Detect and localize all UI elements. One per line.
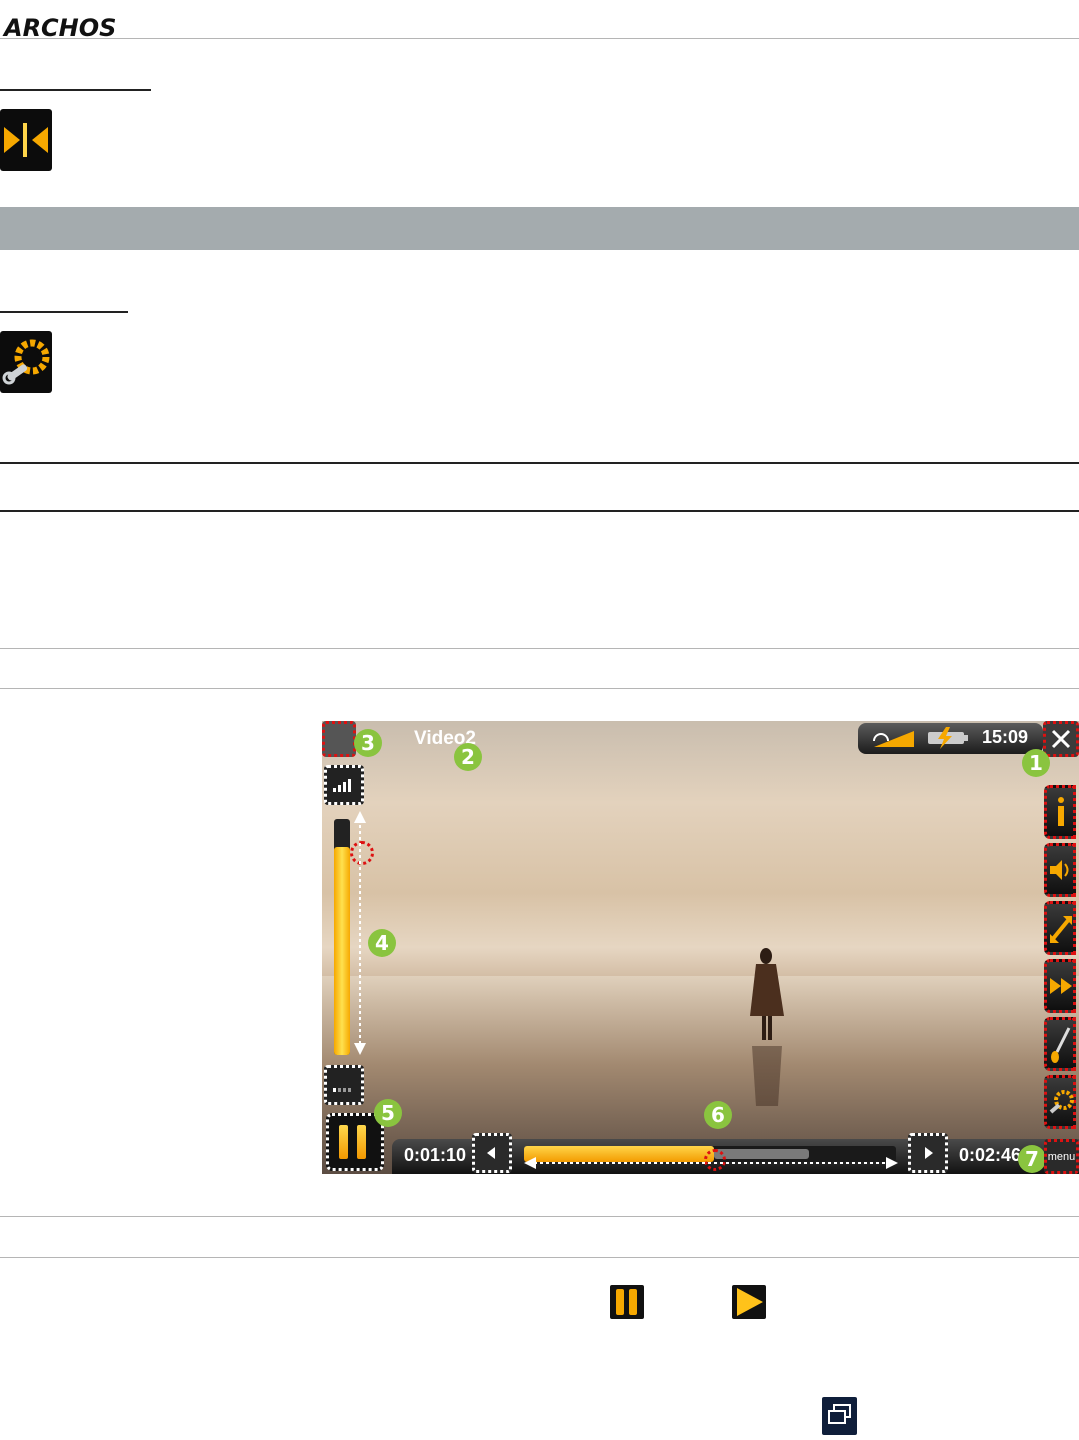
settings-icon — [1049, 1090, 1074, 1114]
pause-button[interactable] — [326, 1113, 384, 1171]
next-button[interactable] — [908, 1133, 948, 1173]
pause-icon — [610, 1285, 644, 1319]
rule-bottom — [0, 510, 1079, 512]
menu-button[interactable]: menu — [1044, 1139, 1079, 1174]
window-switch-button[interactable] — [322, 721, 356, 757]
person-silhouette — [750, 948, 784, 1106]
resize-button[interactable] — [1044, 901, 1076, 955]
pause-bar-left — [339, 1125, 348, 1159]
info-icon — [1058, 797, 1064, 826]
callout-7: 7 — [1018, 1145, 1046, 1173]
callout-5: 5 — [374, 1099, 402, 1127]
divider-3 — [0, 1216, 1079, 1217]
clock: 15:09 — [982, 727, 1029, 747]
callout-2: 2 — [454, 743, 482, 771]
volume-arrow — [354, 811, 366, 1055]
paintbrush-icon — [1051, 1027, 1071, 1063]
fast-forward-icon — [1050, 978, 1072, 994]
close-button[interactable] — [1043, 721, 1079, 757]
info-button[interactable] — [1044, 785, 1076, 839]
audio-button[interactable] — [1044, 843, 1076, 897]
total-time: 0:02:46 — [959, 1145, 1022, 1165]
wrench-gear-icon — [0, 331, 52, 393]
heading-underline — [0, 89, 151, 91]
volume-low-icon — [333, 1088, 351, 1092]
video-player-screenshot: 3 Video2 2 15:09 1 4 5 0:01:10 6 0:02:46… — [322, 721, 1079, 1174]
header-divider — [0, 38, 1079, 39]
volume-high-icon — [333, 779, 351, 792]
rule-top — [0, 462, 1079, 464]
ab-repeat-icon — [0, 109, 52, 171]
callout-1: 1 — [1022, 749, 1050, 777]
pause-bar-right — [357, 1125, 366, 1159]
callout-4: 4 — [368, 929, 396, 957]
divider-1 — [0, 648, 1079, 649]
window-switch-icon — [822, 1397, 857, 1435]
heading-underline-2 — [0, 311, 128, 313]
play-icon — [732, 1285, 766, 1319]
chevron-left-icon — [487, 1147, 495, 1159]
section-band — [0, 207, 1079, 250]
resize-icon — [1050, 916, 1072, 943]
fast-forward-button[interactable] — [1044, 959, 1076, 1013]
volume-level — [334, 847, 350, 1055]
elapsed-time: 0:01:10 — [404, 1145, 467, 1165]
previous-button[interactable] — [472, 1133, 512, 1173]
speaker-icon — [1050, 860, 1069, 880]
seek-arrow — [524, 1157, 898, 1169]
volume-up-button[interactable] — [324, 765, 364, 805]
paint-button[interactable] — [1044, 1017, 1076, 1071]
settings-button[interactable] — [1044, 1075, 1076, 1129]
chevron-right-icon — [925, 1147, 933, 1159]
close-icon — [1051, 729, 1071, 749]
headphone-volume-icon — [873, 731, 914, 747]
callout-3: 3 — [354, 729, 382, 757]
callout-6: 6 — [704, 1101, 732, 1129]
divider-2 — [0, 688, 1079, 689]
battery-charging-icon — [928, 727, 968, 749]
divider-4 — [0, 1257, 1079, 1258]
volume-down-button[interactable] — [324, 1065, 364, 1105]
